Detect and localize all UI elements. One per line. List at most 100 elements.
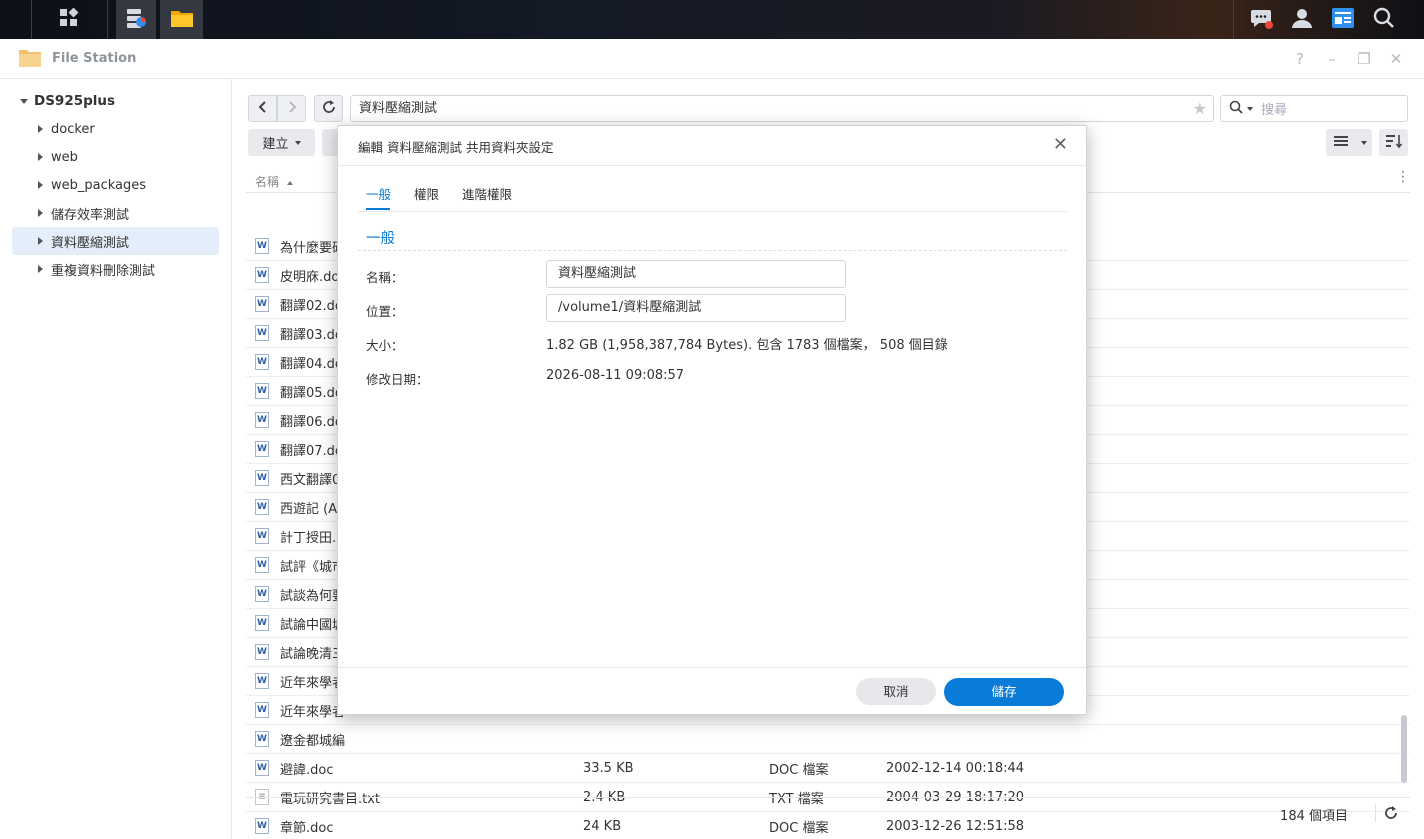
user-button[interactable] (1284, 0, 1320, 39)
item-count: 184 個項目 (1280, 809, 1348, 824)
search-input[interactable]: 搜尋 (1220, 95, 1408, 122)
size-value: 1.82 GB (1,958,387,784 Bytes). 包含 1783 個… (546, 338, 948, 353)
chevron-down-icon (294, 140, 301, 145)
table-row[interactable]: W 避諱.doc 33.5 KB DOC 檔案 2002-12-14 00:18:44 (246, 754, 1410, 783)
location-field[interactable]: /volume1/資料壓縮測試 (546, 294, 846, 322)
tree-item-web[interactable]: web (12, 143, 219, 171)
file-name: 近年來學者 (280, 675, 346, 691)
close-button[interactable]: ✕ (1386, 49, 1406, 69)
dialog-close-icon[interactable]: ✕ (1053, 134, 1068, 155)
word-doc-icon: W (255, 383, 269, 399)
global-search-button[interactable] (1366, 0, 1402, 39)
word-doc-icon: W (255, 644, 269, 660)
tree-item-dedup-test[interactable]: 重複資料刪除測試 (12, 255, 219, 283)
word-doc-icon: W (255, 557, 269, 573)
caret-right-icon (38, 265, 43, 273)
storage-manager-icon (124, 6, 148, 34)
path-field[interactable]: 資料壓縮測試 ★ (350, 95, 1214, 122)
tree-item-storage-efficiency[interactable]: 儲存效率測試 (12, 199, 219, 227)
minimize-button[interactable]: – (1322, 49, 1342, 69)
list-view-icon (1334, 135, 1348, 151)
word-doc-icon: W (255, 586, 269, 602)
section-divider (358, 250, 1067, 251)
star-icon[interactable]: ★ (1193, 96, 1207, 121)
chevron-down-icon (1247, 106, 1253, 111)
list-scrollbar[interactable] (1401, 715, 1407, 783)
word-doc-icon: W (255, 267, 269, 283)
file-size: 33.5 KB (583, 760, 634, 776)
tree-root-label: DS925plus (34, 93, 116, 109)
tree-item-label: 重複資料刪除測試 (51, 263, 156, 279)
main-menu-button[interactable] (32, 0, 106, 39)
name-field[interactable]: 資料壓縮測試 (546, 260, 846, 288)
view-mode-dropdown[interactable] (1356, 129, 1372, 156)
shared-folder-settings-dialog: 編輯 資料壓縮測試 共用資料夾設定 ✕ 一般 權限 進階權限 一般 名稱： 資料… (337, 125, 1087, 715)
file-name: 試評《城市 (280, 559, 346, 575)
file-name: 計丁授田. (280, 530, 337, 546)
tab-advanced-permissions[interactable]: 進階權限 (462, 184, 512, 203)
widgets-icon (1331, 7, 1355, 33)
file-station-folder-icon (18, 47, 42, 73)
caret-right-icon (38, 237, 43, 245)
dialog-footer-divider (338, 667, 1086, 668)
word-doc-icon: W (255, 615, 269, 631)
file-name: 試談為何要 (280, 588, 346, 604)
user-icon (1291, 7, 1313, 33)
tree-item-web-packages[interactable]: web_packages (12, 171, 219, 199)
word-doc-icon: W (255, 731, 269, 747)
chevron-right-icon (287, 100, 297, 118)
help-button[interactable]: ? (1290, 49, 1310, 69)
status-refresh-icon[interactable] (1384, 806, 1398, 824)
word-doc-icon: W (255, 760, 269, 776)
column-name-header[interactable]: 名稱 (255, 173, 293, 190)
tab-permissions[interactable]: 權限 (414, 184, 439, 203)
back-button[interactable] (248, 95, 277, 122)
create-label: 建立 (262, 137, 289, 152)
tree-item-docker[interactable]: docker (12, 115, 219, 143)
file-name: 遼金都城編 (280, 733, 346, 749)
tabs-divider (358, 211, 1067, 212)
widgets-button[interactable] (1324, 0, 1362, 39)
chevron-down-icon (1361, 140, 1367, 145)
active-tab-indicator (366, 208, 390, 210)
file-name: 試論晚清三 (280, 646, 346, 662)
search-placeholder: 搜尋 (1261, 103, 1288, 118)
file-name: 近年來學者 (280, 704, 346, 720)
caret-right-icon (38, 181, 43, 189)
word-doc-icon: W (255, 673, 269, 689)
chevron-left-icon (258, 100, 268, 118)
refresh-icon (322, 99, 336, 118)
caret-right-icon (38, 209, 43, 217)
word-doc-icon: W (255, 441, 269, 457)
column-options-icon[interactable]: ⋮ (1396, 169, 1410, 185)
forward-button[interactable] (277, 95, 306, 122)
caret-down-icon (20, 98, 28, 104)
tree-item-label: 資料壓縮測試 (51, 235, 130, 251)
taskbar (0, 0, 1424, 39)
tab-general[interactable]: 一般 (366, 184, 391, 203)
tree-root-ds925plus[interactable]: DS925plus (20, 93, 115, 109)
refresh-button[interactable] (314, 95, 343, 122)
word-doc-icon: W (255, 354, 269, 370)
dialog-title: 編輯 資料壓縮測試 共用資料夾設定 (358, 140, 554, 155)
cancel-button[interactable]: 取消 (856, 678, 936, 705)
window-titlebar[interactable]: File Station ? – ❐ ✕ (0, 39, 1424, 79)
tree-item-label: web (51, 149, 78, 165)
table-row[interactable]: W 遼金都城編 (246, 725, 1410, 754)
tree-item-compression-test[interactable]: 資料壓縮測試 (12, 227, 219, 255)
view-mode-button[interactable] (1326, 129, 1356, 156)
file-name: 西遊記 (A (280, 501, 338, 517)
save-button[interactable]: 儲存 (944, 678, 1064, 706)
word-doc-icon: W (255, 499, 269, 515)
word-doc-icon: W (255, 412, 269, 428)
notification-button[interactable] (1244, 0, 1280, 39)
section-title: 一般 (366, 231, 395, 247)
maximize-button[interactable]: ❐ (1354, 49, 1374, 69)
create-button[interactable]: 建立 (248, 129, 315, 156)
modified-date-label: 修改日期： (366, 372, 429, 387)
file-station-taskbar-button[interactable] (160, 0, 203, 39)
size-label: 大小： (366, 338, 404, 353)
sort-button[interactable] (1379, 129, 1408, 156)
file-name: 西文翻譯0 (280, 472, 341, 488)
storage-manager-taskbar-button[interactable] (116, 0, 156, 39)
